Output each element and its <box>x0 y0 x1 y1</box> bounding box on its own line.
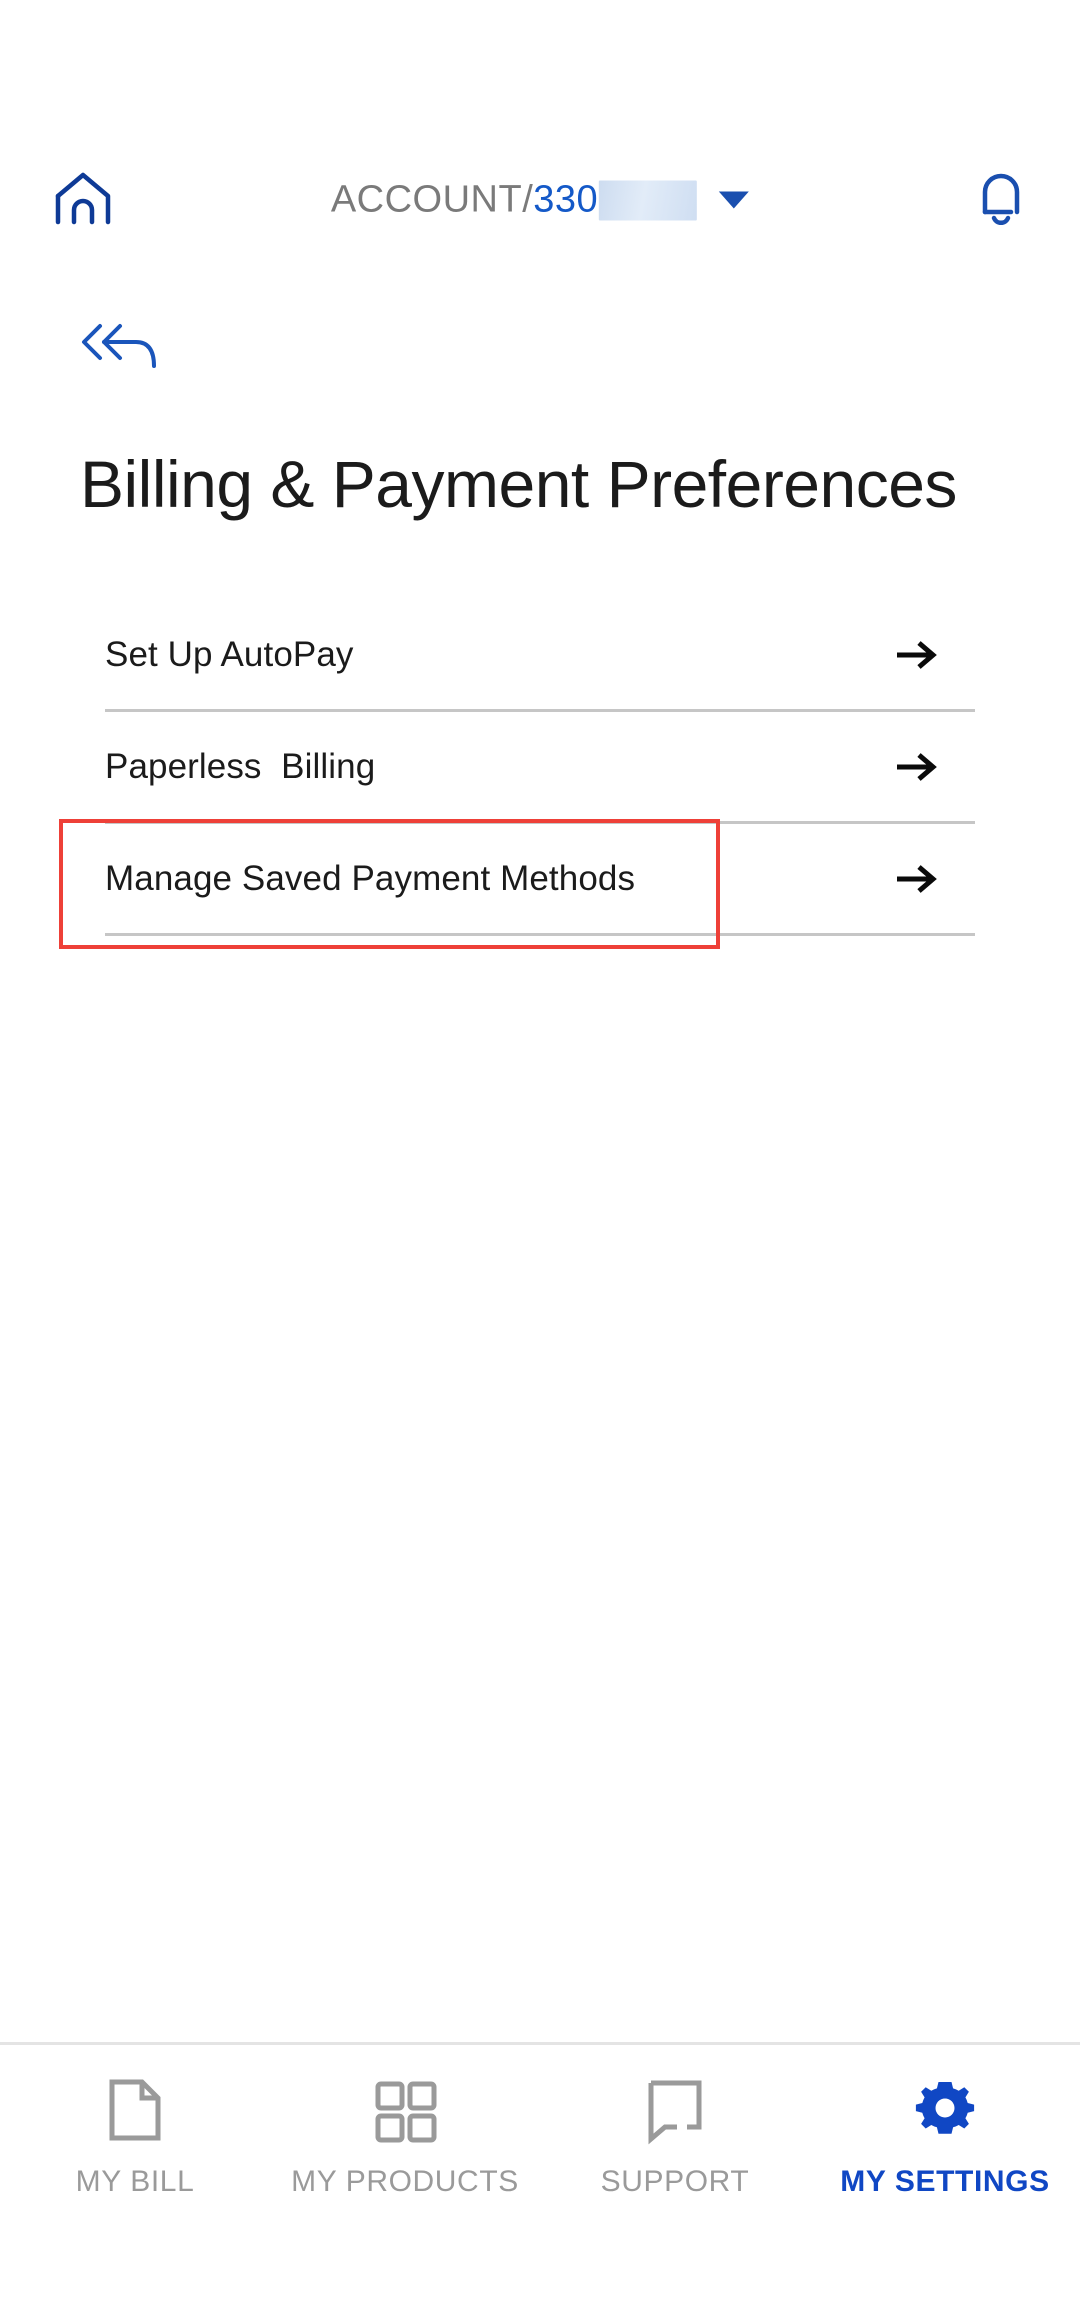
arrow-right-icon <box>893 750 939 784</box>
mobile-app-screen: ACCOUNT/ 330 Billing & Payment Preferenc… <box>0 0 1080 2300</box>
back-button[interactable] <box>78 312 188 386</box>
pref-label: Manage Saved Payment Methods <box>105 858 636 898</box>
stripe-segment-navy <box>0 254 195 266</box>
account-prefix-label: ACCOUNT/ <box>330 178 534 221</box>
tab-my-bill[interactable]: MY BILL <box>0 2045 270 2300</box>
pref-row-paperless-billing[interactable]: Paperless Billing <box>105 712 975 824</box>
brand-stripe <box>0 254 1080 266</box>
billing-preferences-list: Set Up AutoPay Paperless Billing Manage … <box>105 600 975 936</box>
app-header: ACCOUNT/ 330 <box>0 150 1080 250</box>
tab-label: MY BILL <box>75 2165 195 2198</box>
arrow-right-icon <box>893 862 939 896</box>
page-title: Billing & Payment Preferences <box>80 447 957 521</box>
grid-squares-icon <box>372 2073 438 2151</box>
account-number-redacted <box>599 180 698 220</box>
pref-label: Paperless Billing <box>105 746 376 786</box>
tab-support[interactable]: SUPPORT <box>540 2045 810 2300</box>
tab-label: SUPPORT <box>600 2165 750 2198</box>
pref-row-set-up-autopay[interactable]: Set Up AutoPay <box>105 600 975 712</box>
tab-my-products[interactable]: MY PRODUCTS <box>270 2045 540 2300</box>
account-number-visible: 330 <box>533 178 599 221</box>
document-icon <box>104 2073 166 2151</box>
status-bar <box>0 0 1080 150</box>
gear-icon <box>912 2073 978 2151</box>
bell-icon <box>975 170 1027 233</box>
arrow-right-icon <box>893 638 939 672</box>
pref-row-manage-saved-payment-methods[interactable]: Manage Saved Payment Methods <box>105 824 975 936</box>
pref-label: Set Up AutoPay <box>105 634 354 674</box>
home-icon <box>53 170 113 233</box>
chevron-down-icon[interactable] <box>719 191 750 209</box>
home-button[interactable] <box>48 168 118 234</box>
tab-label: MY SETTINGS <box>840 2165 1050 2198</box>
stripe-segment-blue <box>195 254 490 266</box>
bottom-tab-bar: MY BILL MY PRODUCTS SUPPORT MY SETTINGS <box>0 2042 1080 2300</box>
notifications-button[interactable] <box>966 168 1036 234</box>
account-selector[interactable]: ACCOUNT/ 330 <box>330 178 750 222</box>
stripe-segment-green <box>490 254 1080 266</box>
speech-bubble-icon <box>643 2073 707 2151</box>
tab-my-settings[interactable]: MY SETTINGS <box>810 2045 1080 2300</box>
back-arrow-icon <box>78 324 178 386</box>
tab-label: MY PRODUCTS <box>291 2165 519 2198</box>
